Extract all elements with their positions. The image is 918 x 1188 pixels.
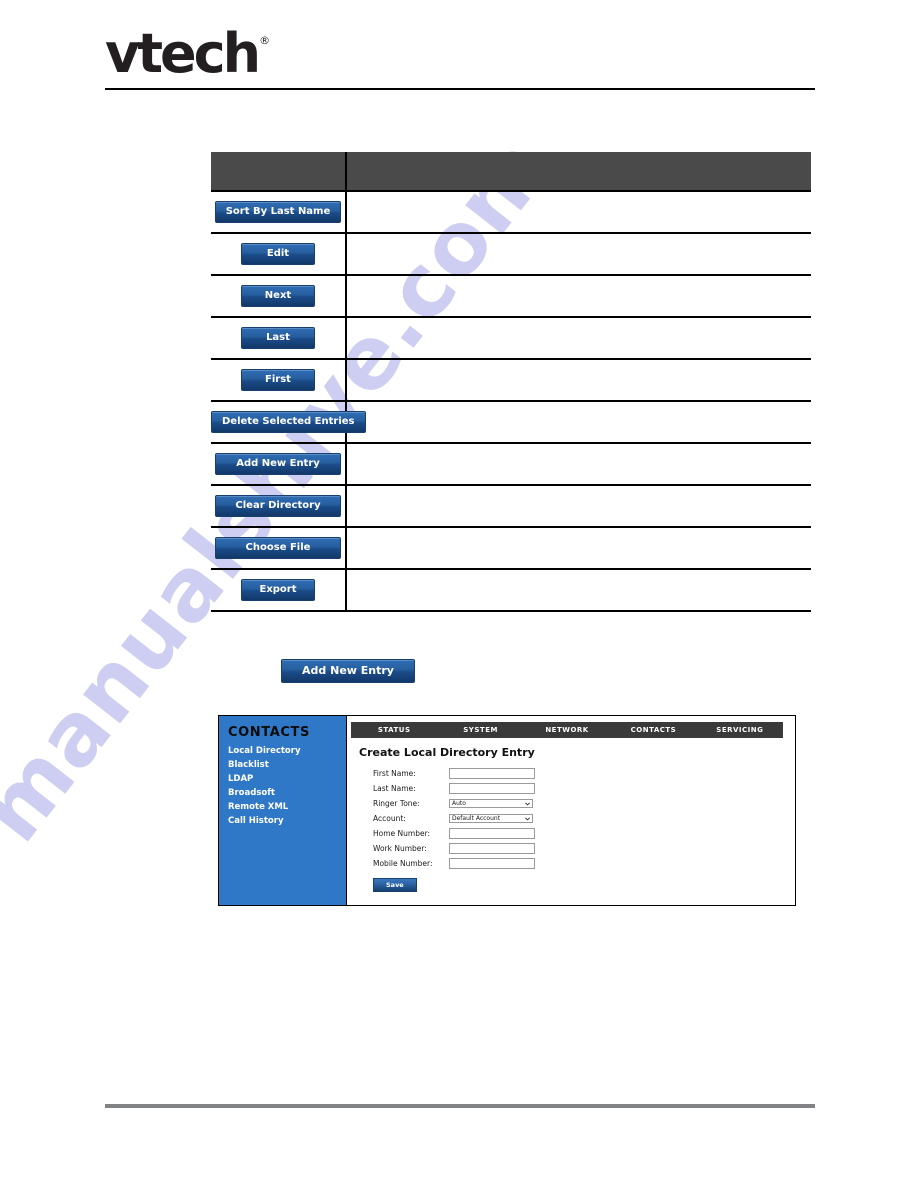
web-ui-sidebar: CONTACTS Local Directory Blacklist LDAP … (219, 716, 347, 905)
standalone-add-new-entry: Add New Entry (281, 659, 415, 683)
first-button[interactable]: First (241, 369, 315, 391)
cell-button: Sort By Last Name (211, 190, 346, 233)
delete-selected-entries-button[interactable]: Delete Selected Entries (211, 411, 366, 433)
table-header-cell-button (211, 152, 346, 191)
table-row: Edit (211, 232, 811, 275)
table-header-row (211, 152, 811, 191)
cell-button: Choose File (211, 526, 346, 569)
cell-button: Last (211, 316, 346, 359)
table-row: Delete Selected Entries (211, 400, 811, 443)
tab-system[interactable]: SYSTEM (437, 726, 523, 734)
home-number-field[interactable] (449, 827, 535, 839)
form-row-account: Account: Default Account (373, 811, 795, 825)
web-ui-screenshot-panel: CONTACTS Local Directory Blacklist LDAP … (218, 715, 796, 906)
save-button-wrapper: Save (373, 874, 795, 892)
cell-description (345, 274, 811, 317)
account-value: Default Account (452, 814, 501, 822)
cell-button: Add New Entry (211, 442, 346, 485)
next-button[interactable]: Next (241, 285, 315, 307)
last-button[interactable]: Last (241, 327, 315, 349)
create-local-directory-entry-form: First Name: Last Name: Ringer Tone: Auto… (373, 766, 795, 870)
sidebar-item-local-directory[interactable]: Local Directory (228, 745, 346, 758)
form-row-mobile-number: Mobile Number: (373, 856, 795, 870)
cell-button: Clear Directory (211, 484, 346, 527)
add-new-entry-button-standalone[interactable]: Add New Entry (281, 659, 415, 683)
logo-wordmark: vtech (105, 22, 261, 85)
cell-description (345, 232, 811, 275)
table-row: Export (211, 568, 811, 612)
sidebar-title: CONTACTS (228, 725, 310, 740)
table-row: Last (211, 316, 811, 359)
form-row-first-name: First Name: (373, 766, 795, 780)
sidebar-item-remote-xml[interactable]: Remote XML (228, 801, 346, 814)
sort-by-last-name-button[interactable]: Sort By Last Name (214, 201, 342, 223)
cell-button: Export (211, 568, 346, 612)
form-row-home-number: Home Number: (373, 826, 795, 840)
cell-button: Next (211, 274, 346, 317)
sidebar-item-ldap[interactable]: LDAP (228, 773, 346, 786)
vtech-logo: vtech® (105, 22, 815, 85)
cell-description (345, 484, 811, 527)
work-number-field[interactable] (449, 842, 535, 854)
sidebar-item-blacklist[interactable]: Blacklist (228, 759, 346, 772)
ringer-tone-value: Auto (452, 799, 466, 807)
footer-divider-rule (105, 1104, 815, 1108)
registered-trademark-icon: ® (259, 33, 271, 47)
first-name-field[interactable] (449, 767, 535, 779)
cell-description (345, 568, 811, 612)
first-name-label: First Name: (373, 768, 416, 778)
cell-description (345, 442, 811, 485)
edit-button[interactable]: Edit (241, 243, 315, 265)
ringer-tone-select[interactable]: Auto (449, 798, 533, 808)
cell-description (345, 316, 811, 359)
last-name-field[interactable] (449, 782, 535, 794)
form-row-work-number: Work Number: (373, 841, 795, 855)
account-label: Account: (373, 813, 406, 823)
table-row: Add New Entry (211, 442, 811, 485)
cell-button: Delete Selected Entries (211, 400, 366, 443)
home-number-label: Home Number: (373, 828, 431, 838)
cell-button: First (211, 358, 346, 401)
clear-directory-button[interactable]: Clear Directory (215, 495, 341, 517)
table-row: Choose File (211, 526, 811, 569)
sidebar-item-call-history[interactable]: Call History (228, 815, 346, 828)
cell-description (345, 526, 811, 569)
cell-description (345, 400, 811, 443)
work-number-label: Work Number: (373, 843, 427, 853)
tab-network[interactable]: NETWORK (524, 726, 610, 734)
mobile-number-field[interactable] (449, 857, 535, 869)
web-ui-topnav: STATUS SYSTEM NETWORK CONTACTS SERVICING (351, 722, 783, 738)
save-button[interactable]: Save (373, 878, 417, 892)
table-row: Sort By Last Name (211, 190, 811, 233)
last-name-label: Last Name: (373, 783, 416, 793)
web-ui-main-area: STATUS SYSTEM NETWORK CONTACTS SERVICING… (347, 716, 795, 905)
form-row-ringer-tone: Ringer Tone: Auto (373, 796, 795, 810)
chevron-down-icon (525, 802, 530, 805)
table-row: Clear Directory (211, 484, 811, 527)
form-row-last-name: Last Name: (373, 781, 795, 795)
cell-description (345, 190, 811, 233)
mobile-number-label: Mobile Number: (373, 858, 433, 868)
sidebar-item-broadsoft[interactable]: Broadsoft (228, 787, 346, 800)
ringer-tone-label: Ringer Tone: (373, 798, 420, 808)
tab-status[interactable]: STATUS (351, 726, 437, 734)
add-new-entry-button[interactable]: Add New Entry (215, 453, 341, 475)
button-reference-table: Sort By Last Name Edit Next Last First D… (211, 152, 811, 612)
table-header-cell-description (345, 152, 811, 191)
tab-contacts[interactable]: CONTACTS (610, 726, 696, 734)
tab-servicing[interactable]: SERVICING (697, 726, 783, 734)
export-button[interactable]: Export (241, 579, 315, 601)
header-divider-rule (105, 88, 815, 90)
table-row: First (211, 358, 811, 401)
account-select[interactable]: Default Account (449, 813, 533, 823)
cell-button: Edit (211, 232, 346, 275)
table-row: Next (211, 274, 811, 317)
cell-description (345, 358, 811, 401)
page-title: Create Local Directory Entry (359, 746, 535, 759)
choose-file-button[interactable]: Choose File (215, 537, 341, 559)
chevron-down-icon (525, 817, 530, 820)
page-header: vtech® (105, 22, 815, 85)
